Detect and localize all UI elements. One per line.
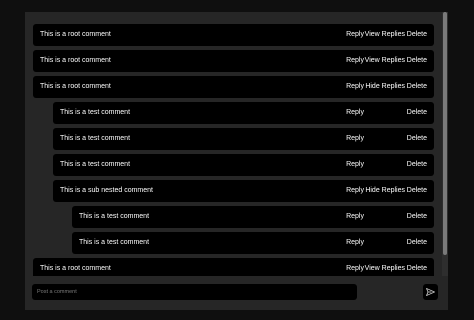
hide-replies-button[interactable]: Hide Replies [365,83,405,90]
comment-text: This is a test comment [79,239,150,246]
delete-button[interactable]: Delete [407,57,427,64]
comment-row: This is a root comment Reply View Replie… [33,50,434,72]
delete-button[interactable]: Delete [407,187,427,194]
comment-row: This is a test comment Reply Delete [53,154,434,176]
comment-row: This is a test comment Reply Delete [72,206,434,228]
reply-button[interactable]: Reply [346,187,364,194]
hide-replies-button[interactable]: Hide Replies [365,187,405,194]
comment-composer [25,276,448,310]
view-replies-button[interactable]: View Replies [365,265,405,272]
reply-button[interactable]: Reply [346,31,364,38]
comment-text: This is a test comment [60,135,131,142]
comment-text: This is a test comment [60,161,131,168]
scrollbar-thumb[interactable] [443,12,447,255]
delete-button[interactable]: Delete [407,213,427,220]
comment-input[interactable] [32,284,357,300]
send-button[interactable] [423,284,438,300]
reply-button[interactable]: Reply [346,265,364,272]
comment-text: This is a root comment [40,265,111,272]
reply-button[interactable]: Reply [346,57,364,64]
delete-button[interactable]: Delete [407,161,427,168]
comment-row: This is a test comment Reply Delete [53,128,434,150]
comment-text: This is a root comment [40,57,111,64]
comment-text: This is a test comment [60,109,131,116]
comment-text: This is a root comment [40,83,111,90]
comment-text: This is a root comment [40,31,111,38]
reply-button[interactable]: Reply [346,83,364,90]
comment-row: This is a root comment Reply View Replie… [33,258,434,276]
comment-row: This is a root comment Reply Hide Replie… [33,76,434,98]
scrollbar-track[interactable] [442,12,448,276]
view-replies-button[interactable]: View Replies [365,31,405,38]
reply-button[interactable]: Reply [346,109,364,116]
comment-row: This is a sub nested comment Reply Hide … [53,180,434,202]
delete-button[interactable]: Delete [407,265,427,272]
delete-button[interactable]: Delete [407,31,427,38]
view-replies-button[interactable]: View Replies [365,57,405,64]
delete-button[interactable]: Delete [407,109,427,116]
reply-button[interactable]: Reply [346,161,364,168]
delete-button[interactable]: Delete [407,135,427,142]
reply-button[interactable]: Reply [346,213,364,220]
send-icon [426,288,435,296]
comment-row: This is a root comment Reply View Replie… [33,24,434,46]
comment-row: This is a test comment Reply Delete [53,102,434,124]
delete-button[interactable]: Delete [407,83,427,90]
reply-button[interactable]: Reply [346,135,364,142]
comment-text: This is a sub nested comment [60,187,153,194]
comment-text: This is a test comment [79,213,150,220]
comments-panel: This is a root comment Reply View Replie… [25,12,448,276]
comment-row: This is a test comment Reply Delete [72,232,434,254]
reply-button[interactable]: Reply [346,239,364,246]
delete-button[interactable]: Delete [407,239,427,246]
